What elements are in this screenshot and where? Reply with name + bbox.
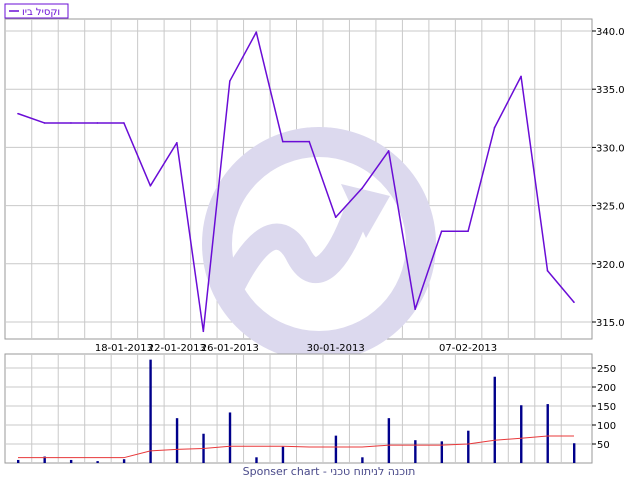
volume-bar: [17, 459, 20, 463]
price-point: [70, 122, 72, 124]
stock-chart: 18-01-201322-01-201326-01-2013 30-01-2013…: [4, 3, 625, 478]
price-point: [573, 301, 575, 304]
volume-bar: [96, 461, 99, 463]
price-point: [440, 230, 443, 233]
volume-bar: [122, 459, 126, 463]
price-y-axis: 315.0 320.0 325.0 330.0 335.0 340.0: [592, 27, 625, 329]
volume-bar: [467, 430, 470, 463]
volume-bar: [414, 440, 417, 463]
price-point: [546, 269, 549, 272]
price-y-tick-label: 315.0: [596, 318, 625, 329]
price-y-tick-label: 330.0: [596, 143, 625, 154]
volume-bar: [175, 418, 179, 463]
price-point: [520, 75, 522, 78]
price-point: [467, 230, 469, 233]
volume-bar: [334, 435, 338, 463]
legend-label: וקסיל ביו: [22, 7, 60, 18]
price-point: [17, 112, 19, 115]
volume-y-axis: 50 100 150 200 250: [592, 364, 616, 451]
volume-bar: [440, 441, 444, 463]
volume-bar: [387, 418, 391, 463]
price-y-tick-label: 335.0: [596, 85, 625, 96]
price-point: [361, 187, 363, 189]
price-point: [96, 122, 99, 124]
volume-bar: [69, 459, 73, 463]
price-point: [281, 140, 284, 143]
footer-credit: Sponser chart - תוכנה לניתוח טכני: [243, 465, 416, 478]
volume-y-tick-label: 150: [597, 402, 616, 413]
price-point: [202, 330, 205, 333]
volume-bar: [573, 443, 576, 463]
price-point: [255, 31, 258, 33]
legend: וקסיל ביו: [4, 3, 69, 19]
price-x-tick-label: 18-01-2013: [95, 343, 153, 354]
price-point: [308, 140, 311, 143]
price-point: [123, 122, 125, 124]
rising-arrow-circle-icon: [202, 127, 436, 361]
volume-y-tick-label: 100: [597, 421, 616, 432]
price-point: [414, 308, 416, 310]
price-point: [43, 122, 46, 124]
price-x-tick-label: 26-01-2013: [201, 343, 259, 354]
price-y-tick-label: 340.0: [596, 27, 625, 38]
volume-bar: [149, 359, 152, 463]
price-point: [387, 150, 390, 152]
volume-bar: [281, 446, 285, 463]
volume-y-tick-label: 50: [597, 440, 610, 451]
volume-bar: [255, 457, 258, 463]
volume-bar: [361, 457, 364, 463]
volume-y-tick-label: 200: [597, 383, 616, 394]
price-point: [334, 216, 337, 219]
volume-bar: [493, 376, 496, 463]
price-point: [149, 185, 152, 187]
volume-bar: [228, 412, 232, 463]
price-x-tick-label: 30-01-2013: [307, 343, 365, 354]
volume-y-tick-label: 250: [597, 364, 616, 375]
price-point: [176, 141, 178, 144]
price-x-tick-label: 07-02-2013: [439, 343, 497, 354]
price-point: [493, 126, 496, 129]
price-y-tick-label: 320.0: [596, 260, 625, 271]
price-x-tick-label: 22-01-2013: [148, 343, 206, 354]
price-point: [229, 80, 231, 82]
volume-bar: [546, 404, 549, 463]
price-y-tick-label: 325.0: [596, 202, 625, 213]
volume-bar: [520, 405, 523, 463]
